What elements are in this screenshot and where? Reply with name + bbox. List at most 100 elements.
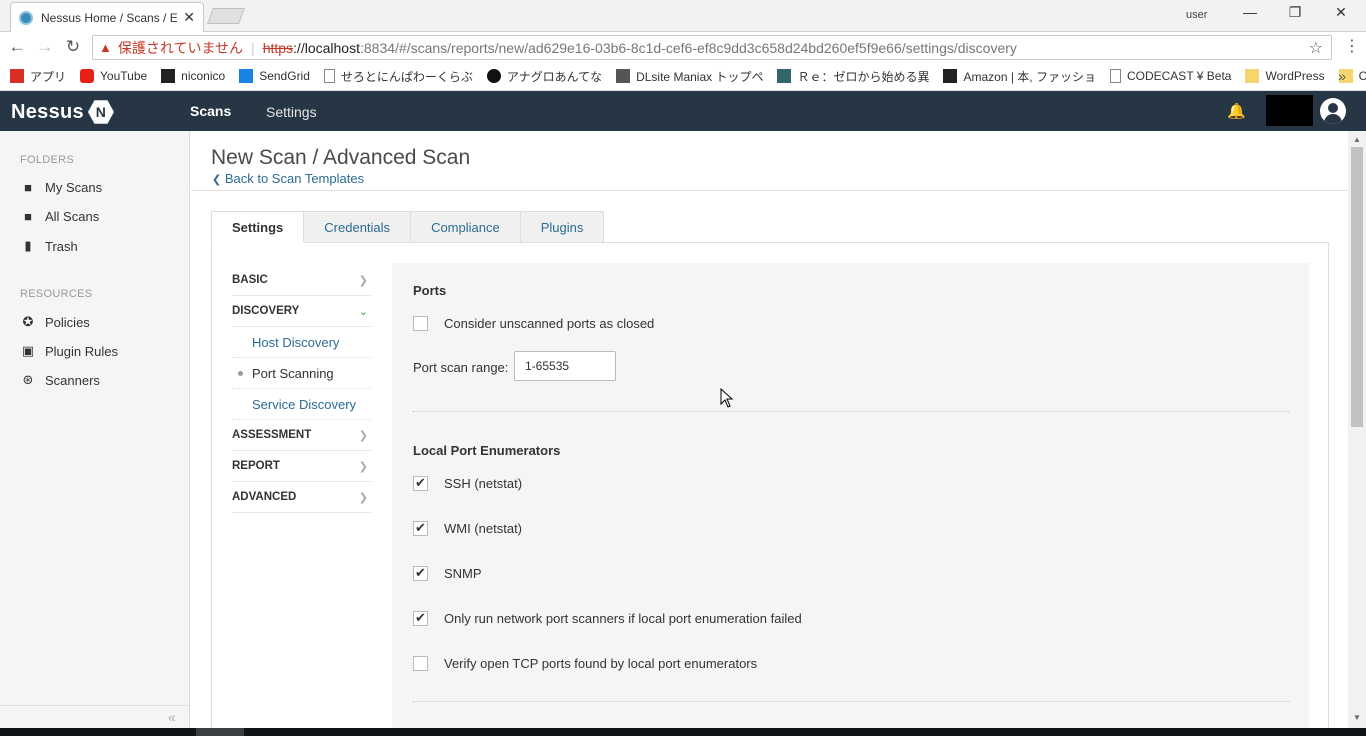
bookmark-label: CentOS — [1359, 69, 1366, 83]
browser-profile-label[interactable]: user — [1186, 9, 1207, 21]
collapse-sidebar-icon[interactable]: « — [168, 709, 176, 725]
minimize-icon[interactable]: — — [1240, 4, 1260, 20]
chevron-down-icon: ⌄ — [358, 306, 368, 318]
sidebar-item-plugin-rules[interactable]: ▣ Plugin Rules — [20, 343, 118, 359]
bookmark-item[interactable]: SendGrid — [239, 69, 310, 83]
current-item-dot-icon — [238, 371, 243, 376]
settings-nav-report[interactable]: REPORT ❯ — [232, 451, 372, 482]
bookmarks-overflow-icon[interactable]: » — [1338, 68, 1346, 84]
browser-tab-title: Nessus Home / Scans / E — [41, 10, 178, 25]
chevron-right-icon: ❯ — [358, 492, 368, 504]
warning-triangle-icon: ▲ — [99, 40, 112, 55]
page-scrollbar[interactable]: ▲ ▼ — [1348, 131, 1366, 728]
bookmark-item[interactable]: DLsite Maniax トップペ — [616, 68, 763, 85]
ssh-netstat-checkbox[interactable] — [413, 475, 428, 491]
consider-unscanned-checkbox[interactable] — [413, 316, 428, 331]
settings-nav-discovery[interactable]: DISCOVERY ⌄ — [232, 296, 372, 327]
tab-credentials[interactable]: Credentials — [304, 211, 412, 243]
bookmark-item[interactable]: CODECAST ¥ Beta — [1109, 69, 1231, 83]
forward-arrow-icon[interactable]: → — [35, 37, 55, 57]
settings-nav-basic[interactable]: BASIC ❯ — [232, 265, 372, 296]
tab-plugins[interactable]: Plugins — [520, 211, 605, 243]
settings-nav-label: DISCOVERY — [232, 305, 300, 317]
nessus-favicon-icon — [19, 10, 33, 25]
bookmark-label: アプリ — [30, 69, 67, 84]
settings-subnav-label: Host Discovery — [252, 334, 340, 350]
browser-tab-strip: Nessus Home / Scans / E ✕ user — ❐ ✕ — [0, 0, 1366, 32]
bookmark-item[interactable]: Amazon | 本, ファッショ — [943, 68, 1096, 85]
resources-label: RESOURCES — [20, 288, 93, 300]
verify-open-tcp-checkbox[interactable] — [413, 656, 428, 671]
consider-unscanned-option[interactable]: Consider unscanned ports as closed — [413, 316, 654, 331]
sidebar-item-label: All Scans — [45, 209, 100, 224]
settings-subnav-label: Service Discovery — [252, 396, 357, 412]
tab-settings[interactable]: Settings — [211, 211, 305, 243]
scroll-thumb[interactable] — [1351, 147, 1363, 427]
checkbox-label: SSH (netstat) — [444, 476, 523, 491]
bookmark-item[interactable]: アプリ — [10, 68, 66, 85]
bookmark-label: SendGrid — [259, 69, 310, 83]
settings-nav-assessment[interactable]: ASSESSMENT ❯ — [232, 420, 372, 451]
settings-nav-label: ADVANCED — [232, 491, 297, 503]
back-to-templates-link[interactable]: ❮ Back to Scan Templates — [212, 171, 364, 186]
wmi-netstat-checkbox[interactable] — [413, 520, 428, 536]
only-run-network-scanners-option[interactable]: Only run network port scanners if local … — [413, 610, 802, 626]
sidebar-item-all-scans[interactable]: ■ All Scans — [20, 209, 99, 224]
address-bar[interactable]: ▲ 保護されていません | https://localhost:8834/#/s… — [92, 35, 1332, 60]
wmi-netstat-option[interactable]: WMI (netstat) — [413, 520, 522, 536]
checkbox-label: Consider unscanned ports as closed — [444, 316, 655, 331]
restore-icon[interactable]: ❐ — [1285, 4, 1305, 21]
tab-compliance[interactable]: Compliance — [411, 211, 521, 243]
checkbox-label: Verify open TCP ports found by local por… — [444, 656, 758, 671]
folder-icon: ■ — [24, 180, 32, 195]
back-link-label: Back to Scan Templates — [224, 171, 365, 186]
sidebar-item-my-scans[interactable]: ■ My Scans — [20, 180, 102, 195]
only-run-network-scanners-checkbox[interactable] — [413, 610, 428, 626]
nav-settings[interactable]: Settings — [266, 104, 317, 120]
page-title: New Scan / Advanced Scan — [211, 146, 471, 169]
bookmark-item[interactable]: WordPress — [1245, 69, 1325, 83]
bookmark-item[interactable]: アナグロあんてな — [486, 68, 602, 85]
sidebar-item-label: Plugin Rules — [45, 343, 118, 359]
settings-nav-service-discovery[interactable]: Service Discovery — [232, 389, 372, 420]
re-zero-icon — [777, 69, 792, 83]
sidebar-item-policies[interactable]: ✪ Policies — [20, 314, 90, 330]
browser-toolbar: ← → ↻ ▲ 保護されていません | https://localhost:88… — [0, 32, 1366, 62]
sidebar-item-scanners[interactable]: ⊛ Scanners — [20, 372, 100, 388]
browser-tab[interactable]: Nessus Home / Scans / E ✕ — [10, 2, 204, 32]
settings-nav-port-scanning[interactable]: Port Scanning — [232, 358, 372, 389]
url-path: :8834/#/scans/reports/new/ad629e16-03b6-… — [359, 39, 1017, 56]
bookmark-item[interactable]: YouTube — [80, 69, 147, 83]
tab-close-icon[interactable]: ✕ — [183, 9, 195, 26]
bookmark-label: DLsite Maniax トップペ — [636, 69, 764, 84]
bookmark-item[interactable]: niconico — [161, 69, 225, 83]
taskbar-item[interactable] — [196, 728, 244, 736]
user-avatar-icon[interactable] — [1320, 98, 1346, 124]
nessus-logo[interactable]: Nessus N — [11, 99, 114, 125]
port-scan-range-input[interactable] — [514, 351, 616, 381]
snmp-checkbox[interactable] — [413, 565, 428, 581]
settings-nav-host-discovery[interactable]: Host Discovery — [232, 327, 372, 358]
settings-nav-advanced[interactable]: ADVANCED ❯ — [232, 482, 372, 513]
verify-open-tcp-option[interactable]: Verify open TCP ports found by local por… — [413, 656, 757, 671]
scroll-down-arrow-icon[interactable]: ▼ — [1353, 713, 1361, 722]
snmp-option[interactable]: SNMP — [413, 565, 482, 581]
chevron-right-icon: ❯ — [358, 430, 368, 442]
local-enumerators-heading: Local Port Enumerators — [413, 443, 561, 458]
nav-scans[interactable]: Scans — [190, 103, 231, 119]
browser-menu-icon[interactable]: ⋮ — [1344, 36, 1360, 56]
bookmark-item[interactable]: せろとにんぱわーくらぶ — [323, 68, 473, 85]
title-divider — [191, 190, 1348, 191]
bookmark-item[interactable]: Ｒｅ：ゼロから始める異 — [777, 68, 929, 85]
bookmark-star-icon[interactable]: ☆ — [1309, 38, 1323, 58]
bell-icon[interactable]: 🔔 — [1227, 102, 1246, 120]
scroll-up-arrow-icon[interactable]: ▲ — [1353, 135, 1361, 144]
back-arrow-icon[interactable]: ← — [7, 37, 27, 57]
settings-nav-label: BASIC — [232, 274, 268, 286]
window-close-icon[interactable]: ✕ — [1331, 4, 1351, 21]
apps-grid-icon — [10, 69, 24, 83]
ssh-netstat-option[interactable]: SSH (netstat) — [413, 475, 523, 491]
reload-icon[interactable]: ↻ — [63, 37, 83, 57]
new-tab-button[interactable] — [207, 8, 245, 24]
sidebar-item-trash[interactable]: ▮ Trash — [20, 238, 77, 254]
